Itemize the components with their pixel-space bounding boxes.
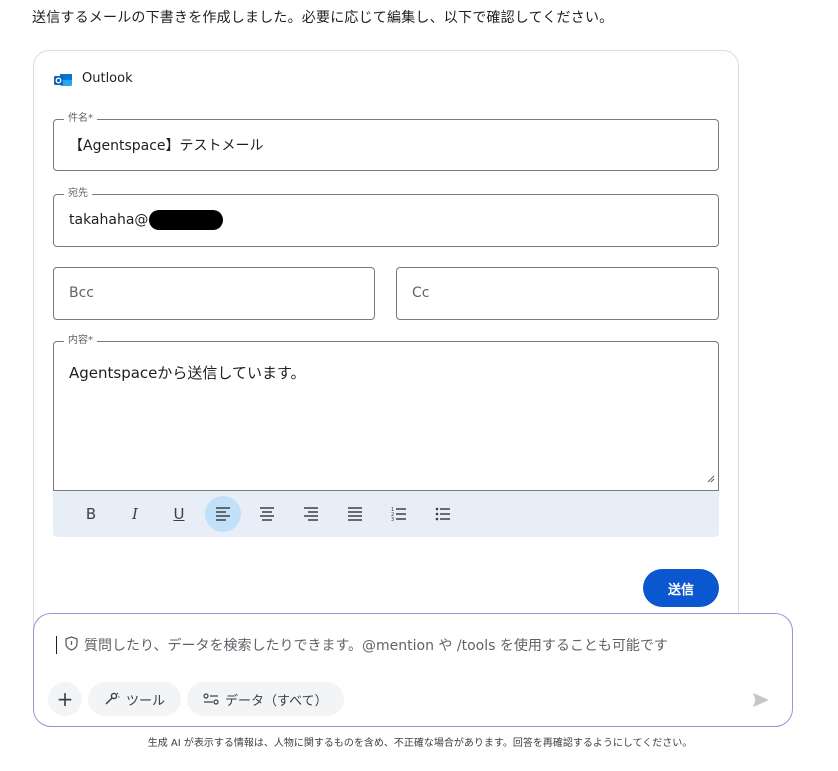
email-draft-card: Outlook 件名* 【Agentspace】テストメール 宛先 takaha…: [33, 50, 739, 652]
disclaimer-text: 生成 AI が表示する情報は、人物に関するものを含め、不正確な場合があります。回…: [147, 738, 693, 749]
align-justify-button[interactable]: [337, 496, 373, 532]
align-justify-icon: [348, 507, 362, 521]
outlook-icon: [54, 72, 72, 86]
italic-icon: I: [132, 505, 138, 523]
numbered-list-button[interactable]: 123: [381, 496, 417, 532]
add-button[interactable]: +: [48, 682, 82, 716]
tools-button[interactable]: ツール: [88, 682, 182, 716]
intro-text: 送信するメールの下書きを作成しました。必要に応じて編集し、以下で確認してください…: [32, 10, 614, 26]
plus-icon: +: [56, 687, 74, 711]
align-center-button[interactable]: [249, 496, 285, 532]
shield-icon: [65, 635, 78, 655]
subject-value: 【Agentspace】テストメール: [69, 138, 264, 154]
subject-label: 件名*: [64, 113, 97, 125]
bulleted-list-button[interactable]: [425, 496, 461, 532]
numbered-list-icon: 123: [391, 507, 406, 522]
tools-label: ツール: [126, 693, 166, 709]
tools-icon: [105, 692, 120, 705]
italic-button[interactable]: I: [117, 496, 153, 532]
underline-icon: U: [173, 505, 185, 523]
resize-handle-icon[interactable]: [705, 468, 715, 487]
cc-field[interactable]: Cc: [396, 267, 719, 320]
submit-button[interactable]: [746, 685, 776, 715]
to-field[interactable]: 宛先 takahaha@: [53, 188, 719, 247]
formatting-toolbar: B I U 123: [53, 491, 719, 537]
prompt-box[interactable]: 質問したり、データを検索したりできます。@mention や /tools を使…: [33, 613, 793, 727]
card-header: Outlook: [54, 71, 133, 86]
align-right-icon: [304, 507, 318, 521]
underline-button[interactable]: U: [161, 496, 197, 532]
bulleted-list-icon: [435, 507, 450, 521]
align-left-button[interactable]: [205, 496, 241, 532]
bold-button[interactable]: B: [73, 496, 109, 532]
data-source-icon: [203, 693, 219, 705]
subject-field[interactable]: 件名* 【Agentspace】テストメール: [53, 113, 719, 171]
bcc-field[interactable]: Bcc: [53, 267, 375, 320]
send-arrow-icon: [753, 693, 769, 707]
redacted-block: [149, 210, 224, 230]
svg-text:3: 3: [391, 517, 394, 522]
body-label: 内容*: [64, 335, 97, 347]
prompt-placeholder: 質問したり、データを検索したりできます。@mention や /tools を使…: [84, 638, 668, 654]
data-label: データ（すべて）: [225, 693, 328, 709]
app-name: Outlook: [82, 71, 133, 86]
to-label: 宛先: [64, 188, 92, 200]
to-value: takahaha@: [69, 212, 149, 228]
data-button[interactable]: データ（すべて）: [187, 682, 344, 716]
text-cursor: [56, 636, 57, 654]
bcc-placeholder: Bcc: [69, 285, 94, 301]
align-left-icon: [216, 507, 230, 521]
cc-placeholder: Cc: [412, 285, 430, 301]
align-center-icon: [260, 507, 274, 521]
body-value: Agentspaceから送信しています。: [69, 364, 306, 382]
send-button[interactable]: 送信: [643, 569, 719, 607]
body-field[interactable]: 内容* Agentspaceから送信しています。: [53, 335, 719, 491]
align-right-button[interactable]: [293, 496, 329, 532]
bold-icon: B: [85, 505, 97, 523]
